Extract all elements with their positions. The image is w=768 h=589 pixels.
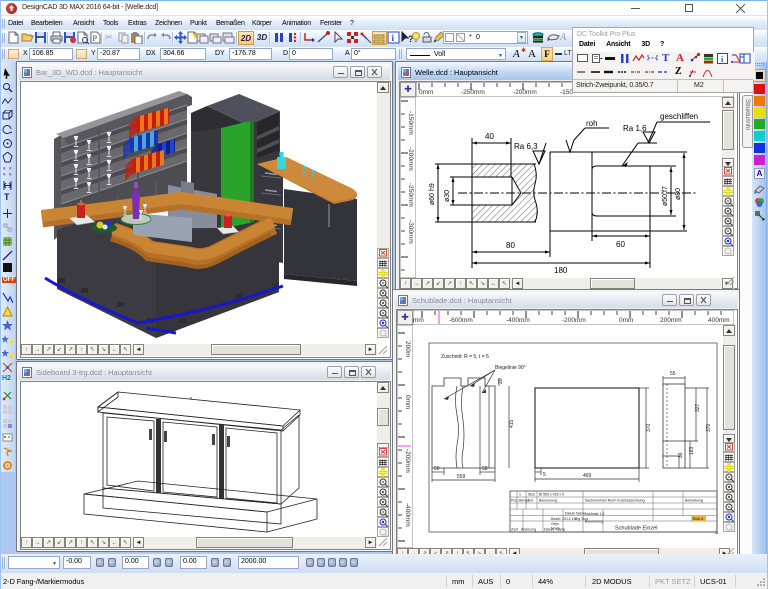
svg-text:Datum: Datum [565,512,575,516]
svg-text:Benennung: Benennung [539,499,557,503]
svg-text:Benennung: Benennung [585,520,603,524]
svg-text:mm: mm [413,317,424,324]
svg-text:-400mm: -400mm [404,503,411,527]
svg-text:200mm: 200mm [660,317,682,324]
svg-text:200m: 200m [404,341,411,357]
svg-text:Gepr.: Gepr. [551,522,560,526]
svg-text:55: 55 [670,371,676,377]
svg-text:P: P [93,34,98,43]
svg-text:Maßstab 1:5: Maßstab 1:5 [585,512,605,516]
svg-text:-200mm: -200mm [404,449,411,473]
svg-text:415: 415 [509,419,515,428]
svg-text:ø80: ø80 [675,188,682,200]
svg-text:Ra 6,3: Ra 6,3 [514,142,538,151]
svg-text:Biegelinie 90°: Biegelinie 90° [495,365,526,371]
svg-text:Änderung: Änderung [521,528,536,532]
svg-text:Name: Name [576,512,585,516]
svg-text:Zuschnitt: R = 5, t = 5: Zuschnitt: R = 5, t = 5 [441,354,489,360]
svg-text:ø50 f7: ø50 f7 [662,186,669,206]
svg-text:geschliffen: geschliffen [660,112,698,121]
svg-text:-600mm: -600mm [449,317,473,324]
svg-text:Zust: Zust [511,528,518,532]
svg-text:-400mm: -400mm [506,317,530,324]
svg-text:Name: Name [556,528,565,532]
svg-text:370: 370 [646,423,652,432]
svg-text:50: 50 [434,466,440,472]
svg-text:Bl 559 x 415 x 5: Bl 559 x 415 x 5 [539,493,564,497]
svg-text:roh: roh [586,119,598,128]
svg-text:Bearb.: Bearb. [551,517,561,521]
svg-text:ø60 h9: ø60 h9 [429,183,436,205]
svg-text:ø30: ø30 [444,190,451,202]
svg-text:-250mm: -250mm [407,183,414,207]
svg-text:-300mm: -300mm [407,220,414,244]
svg-text:Datum: Datum [544,528,554,532]
svg-text:60: 60 [616,240,625,249]
svg-text:Bemerkung: Bemerkung [685,499,703,503]
svg-text:400mm: 400mm [708,317,730,324]
svg-text:Pos.: Pos. [511,499,518,503]
svg-text:Blatt: Blatt [693,517,700,521]
svg-text:0mm: 0mm [619,317,633,324]
svg-text:-200mm: -200mm [562,317,586,324]
svg-text:-150mm: -150mm [407,111,414,135]
svg-text:58: 58 [482,466,488,472]
svg-text:180: 180 [554,266,568,275]
svg-text:0mm: 0mm [404,395,411,409]
svg-text:15.12.15: 15.12.15 [562,517,576,521]
svg-text:1: 1 [519,493,521,497]
svg-text:40: 40 [485,132,494,141]
svg-text:559: 559 [457,474,466,480]
svg-text:-200mm: -200mm [513,89,537,96]
svg-text:469: 469 [583,473,592,479]
svg-text:Ein-: Ein- [528,499,535,503]
svg-text:-250mm: -250mm [461,89,485,96]
svg-text:-200mm: -200mm [407,147,414,171]
svg-text:Sachnummer/ Norm-Kurzbezeichnu: Sachnummer/ Norm-Kurzbezeichnung [585,499,645,503]
svg-text:Stck.: Stck. [528,493,536,497]
svg-text:80: 80 [506,241,515,250]
svg-text:5: 5 [543,472,546,478]
svg-text:0mm: 0mm [419,89,433,96]
svg-text:Schublade Einzel: Schublade Einzel [615,526,658,532]
